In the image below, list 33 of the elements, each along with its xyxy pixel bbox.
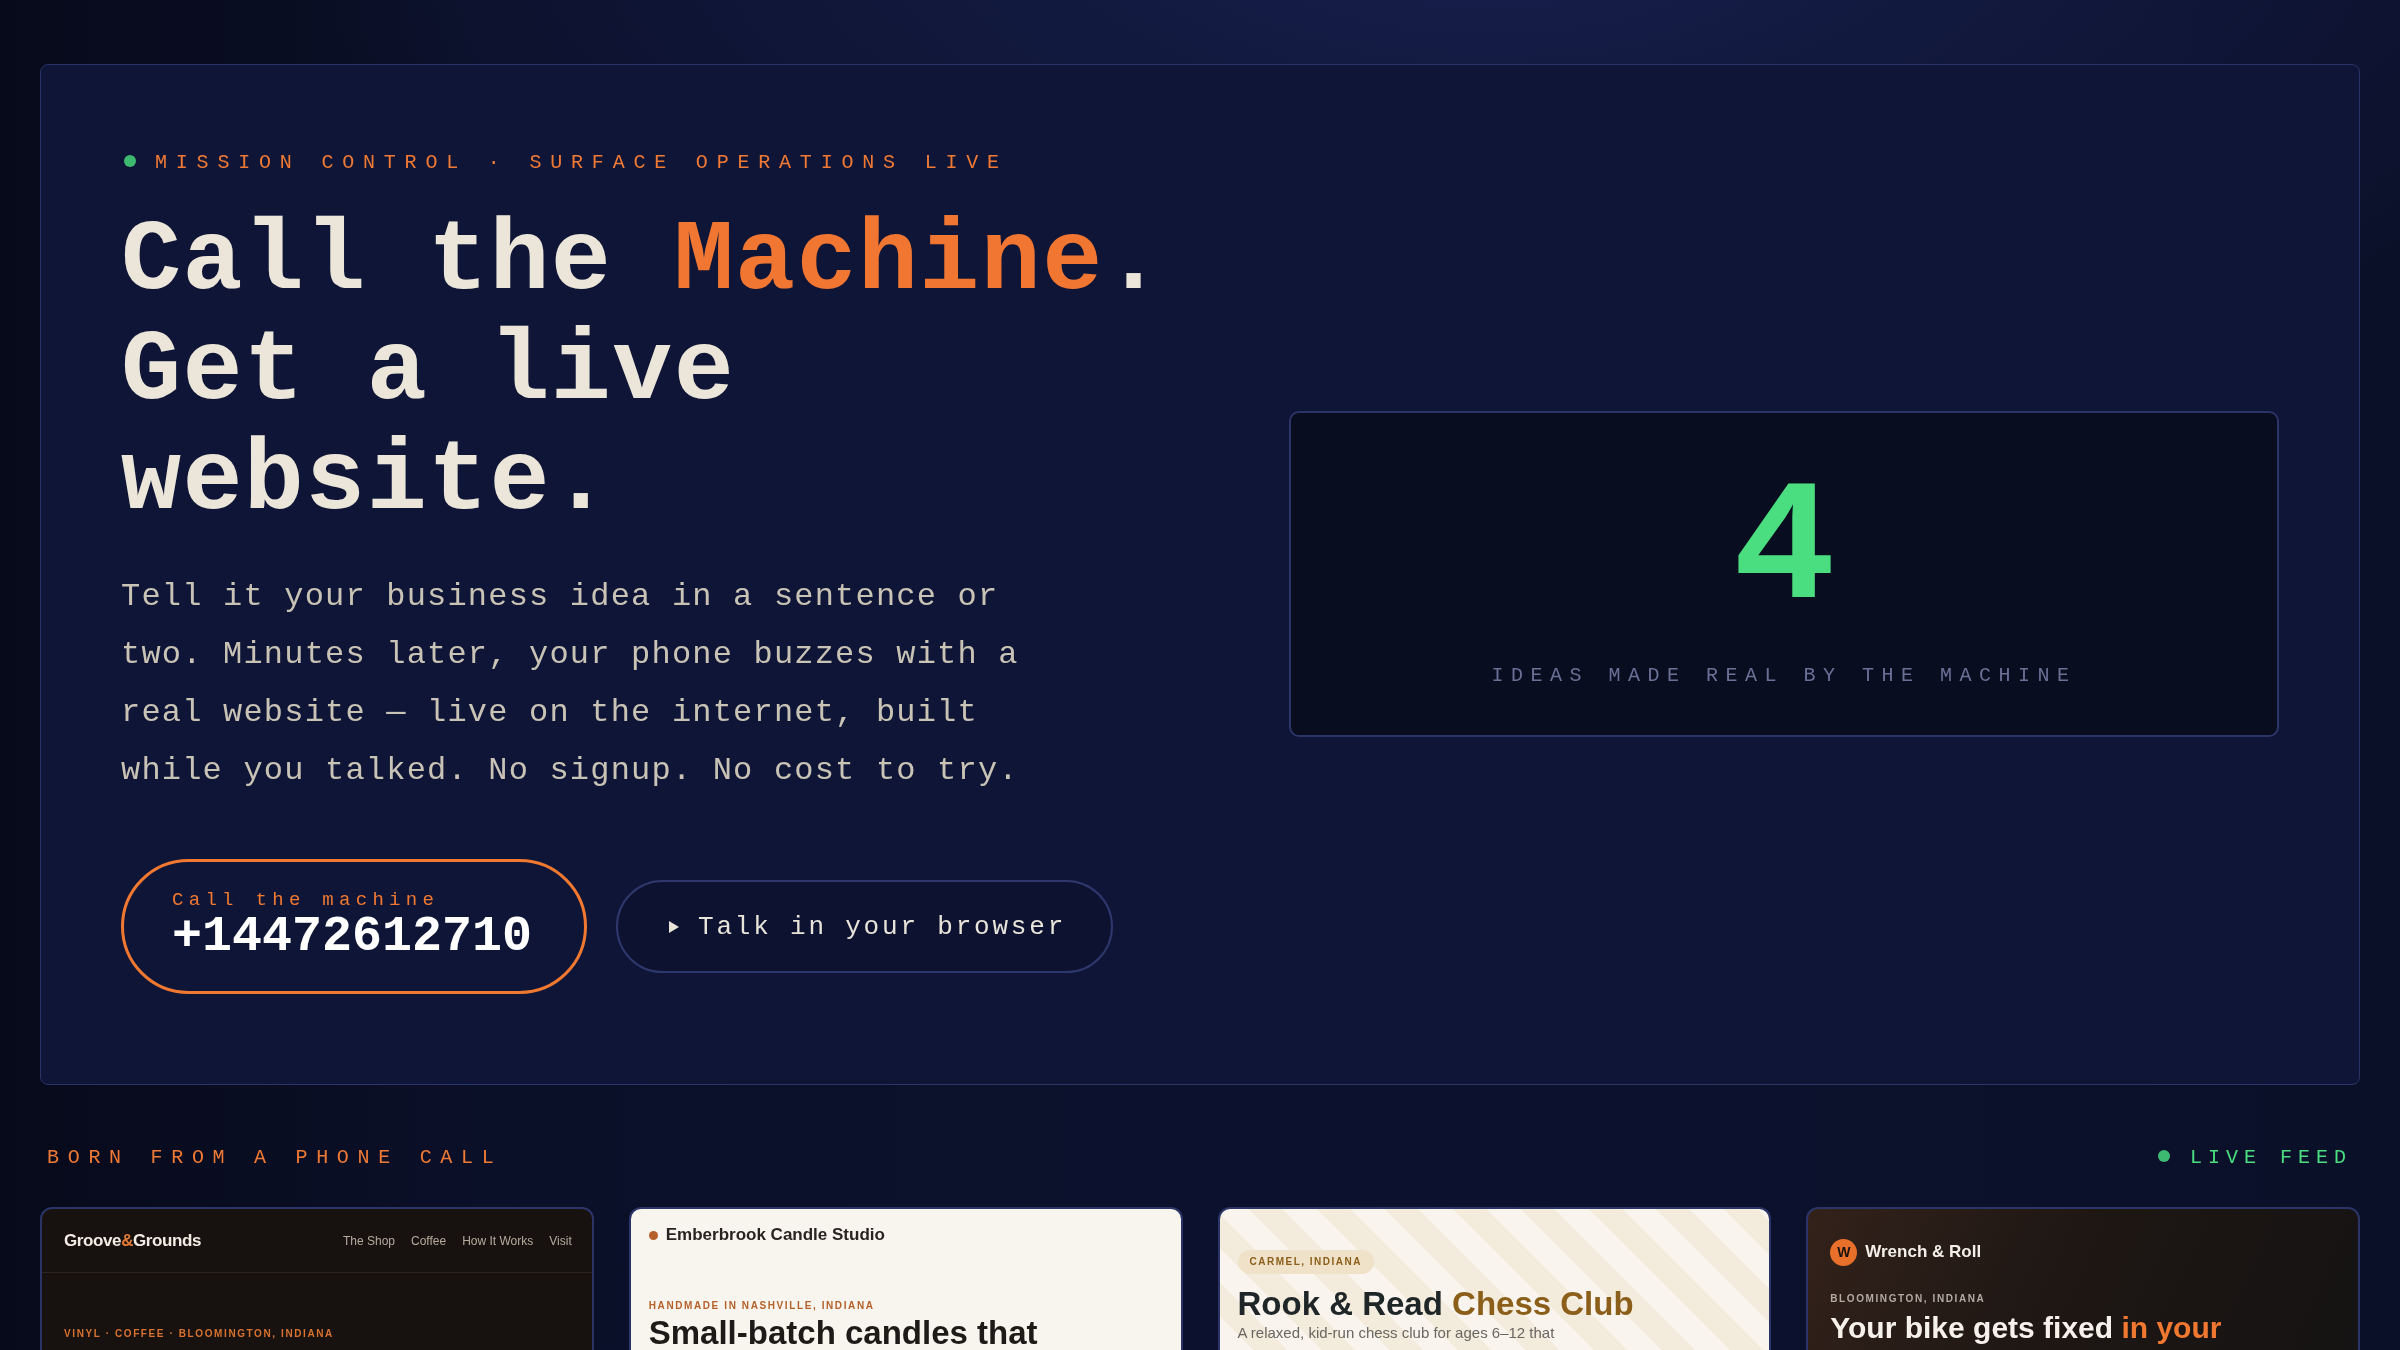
status-dot-icon: [124, 154, 136, 167]
nav-link[interactable]: The Shop: [343, 1233, 396, 1248]
kicker-text: MISSION CONTROL · SURFACE OPERATIONS LIVE: [155, 151, 1008, 175]
card-description: A relaxed, kid-run chess club for ages 6–12 that: [1237, 1324, 1555, 1342]
site-preview-card[interactable]: Emberbrook Candle Studio HANDMADE IN NASHVILLE, INDIANA Small-batch candles that: [628, 1207, 1183, 1350]
card-heading: Rook & Read Chess Club: [1237, 1285, 1634, 1323]
nav-link[interactable]: Coffee: [411, 1233, 447, 1248]
brand-name: Wrench & Roll: [1865, 1242, 1982, 1262]
card-heading: Small-batch candles that: [648, 1315, 1038, 1350]
eyebrow-text: VINYL · COFFEE · BLOOMINGTON, INDIANA: [64, 1327, 334, 1340]
site-logo: Groove&Grounds: [64, 1230, 202, 1251]
browser-button[interactable]: Talk in your browser: [616, 880, 1113, 973]
stat-label: IDEAS MADE REAL BY THE MACHINE: [1491, 663, 2077, 688]
brand-name: Emberbrook Candle Studio: [665, 1225, 885, 1245]
site-preview-card[interactable]: W Wrench & Roll BLOOMINGTON, INDIANA Your bike gets fixed in your: [1806, 1207, 2360, 1350]
headline: Call the Machine. Get a live website.: [121, 207, 1166, 537]
eyebrow-text: HANDMADE IN NASHVILLE, INDIANA: [648, 1299, 875, 1312]
nav-link[interactable]: Visit: [549, 1233, 572, 1248]
hero-description: Tell it your business idea in a sentence or two. Minutes later, your phone buzzes with a real website — live on the internet, built while you talked. No signup. No cost to try.: [121, 577, 1020, 791]
brand-dot-icon: [648, 1230, 658, 1240]
stat-value: 4: [1732, 465, 1836, 638]
nav-link[interactable]: How It Works: [462, 1233, 534, 1248]
live-feed-label: LIVE FEED: [2189, 1146, 2352, 1170]
monogram-logo: W: [1830, 1238, 1858, 1266]
eyebrow-text: BLOOMINGTON, INDIANA: [1830, 1292, 1986, 1305]
location-label: CARMEL, INDIANA: [1237, 1250, 1374, 1274]
play-icon: [669, 920, 679, 933]
site-preview-card[interactable]: CARMEL, INDIANA Rook & Read Chess Club A relaxed, kid-run chess club for ages 6–12 that: [1217, 1207, 1772, 1350]
status-dot-icon: [2157, 1149, 2170, 1162]
site-preview-card[interactable]: Groove&Grounds The Shop Coffee How It Works Visit VINYL · COFFEE · BLOOMINGTON, INDIANA: [40, 1207, 594, 1350]
section-title: BORN FROM A PHONE CALL: [47, 1146, 503, 1170]
call-button[interactable]: Call the machine +14472612710: [121, 859, 587, 994]
card-heading: Your bike gets fixed in your: [1830, 1311, 2222, 1344]
